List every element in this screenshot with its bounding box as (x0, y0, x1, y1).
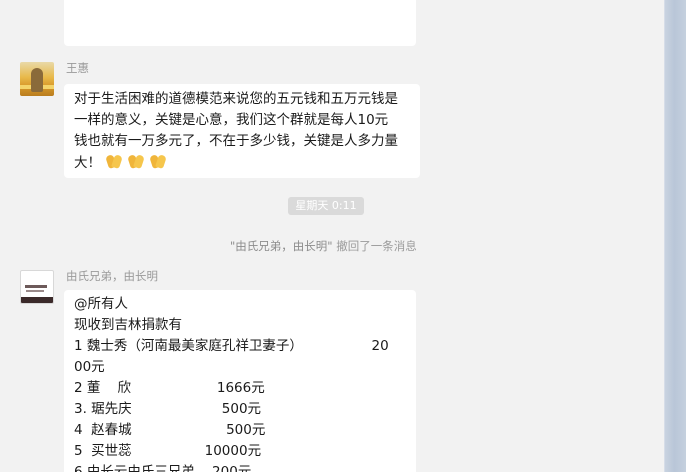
message-text-line: 2 董 欣 1666元 (74, 380, 265, 396)
avatar-decoration (26, 290, 44, 292)
message-text-line: 5 买世蕊 10000元 (74, 443, 262, 459)
scrollbar-thumb[interactable] (664, 0, 686, 472)
message-text-line: 一样的意义，关键是心意，我们这个群就是每人10元 (74, 112, 389, 128)
avatar[interactable] (20, 270, 54, 304)
message-text-line: @所有人 (74, 296, 128, 312)
avatar[interactable] (20, 62, 54, 96)
message-bubble[interactable]: @所有人 现收到吉林捐款有 1 魏士秀（河南最美家庭孔祥卫妻子） 20 00元 … (64, 290, 416, 472)
message-text-line: 4 赵春城 500元 (74, 422, 266, 438)
message-text-line: 现收到吉林捐款有 (74, 317, 182, 333)
message-bubble[interactable]: 对于生活困难的道德模范来说您的五元钱和五万元钱是 一样的意义，关键是心意，我们这… (64, 84, 420, 178)
avatar-decoration (25, 285, 47, 288)
folded-hands-icon (127, 152, 145, 170)
folded-hands-icon (149, 152, 167, 170)
message-text-line: 6 由长云由氏三兄弟 200元 (74, 464, 252, 472)
recall-notice-text: 撤回了一条消息 (332, 239, 417, 253)
message-text-line-last: 大！ (74, 152, 410, 173)
sender-name: 王惠 (66, 61, 89, 75)
recall-notice: "由氏兄弟，由长明" 撤回了一条消息 (230, 238, 417, 254)
chat-message-area: 王惠 对于生活困难的道德模范来说您的五元钱和五万元钱是 一样的意义，关键是心意，… (0, 0, 664, 472)
recall-notice-name[interactable]: "由氏兄弟，由长明" (230, 239, 333, 253)
emoji-row (105, 152, 171, 177)
message-text: 大！ (74, 155, 101, 171)
message-text-line: 1 魏士秀（河南最美家庭孔祥卫妻子） 20 (74, 338, 389, 354)
message-text-line: 钱也就有一万多元了，不在于多少钱，关键是人多力量 (74, 133, 398, 149)
message-text-line: 00元 (74, 359, 105, 375)
message-text-line: 对于生活困难的道德模范来说您的五元钱和五万元钱是 (74, 91, 398, 107)
message-timestamp: 星期天 0:11 (288, 197, 364, 215)
message-text-line: 3. 琚先庆 500元 (74, 401, 262, 417)
folded-hands-icon (105, 152, 123, 170)
sender-name: 由氏兄弟，由长明 (66, 269, 158, 283)
avatar-decoration (21, 297, 53, 303)
previous-message-bubble[interactable] (64, 0, 416, 46)
avatar-figure (31, 68, 43, 92)
